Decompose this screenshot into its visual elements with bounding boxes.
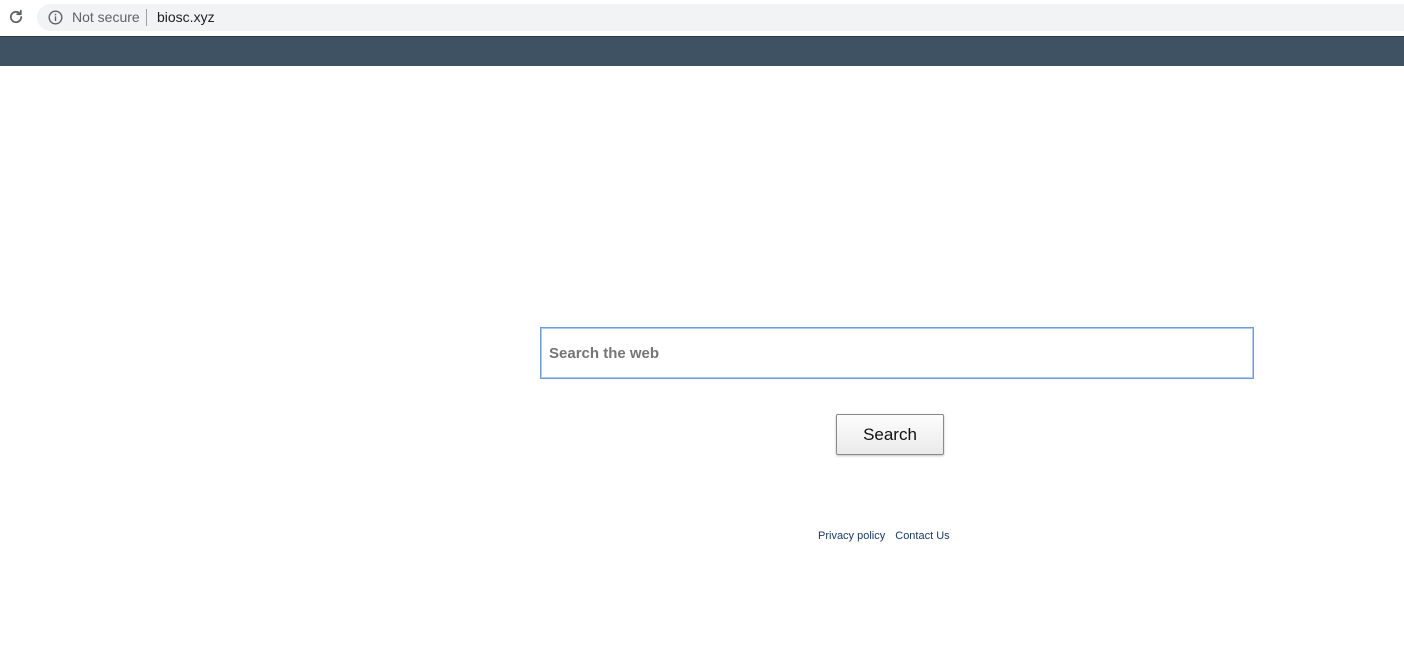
security-status: Not secure [72, 9, 140, 25]
browser-toolbar: Not secure biosc.xyz [0, 0, 1404, 36]
footer-links: Privacy policy Contact Us [818, 529, 950, 543]
address-separator [146, 9, 147, 26]
reload-icon[interactable] [6, 7, 26, 27]
search-input[interactable] [540, 327, 1254, 379]
info-icon[interactable] [48, 10, 63, 25]
contact-us-link[interactable]: Contact Us [895, 530, 949, 542]
url-text[interactable]: biosc.xyz [157, 9, 215, 26]
privacy-policy-link[interactable]: Privacy policy [818, 530, 885, 542]
address-bar[interactable]: Not secure biosc.xyz [37, 4, 1404, 31]
site-header-bar [0, 36, 1404, 66]
search-button[interactable]: Search [836, 414, 944, 455]
